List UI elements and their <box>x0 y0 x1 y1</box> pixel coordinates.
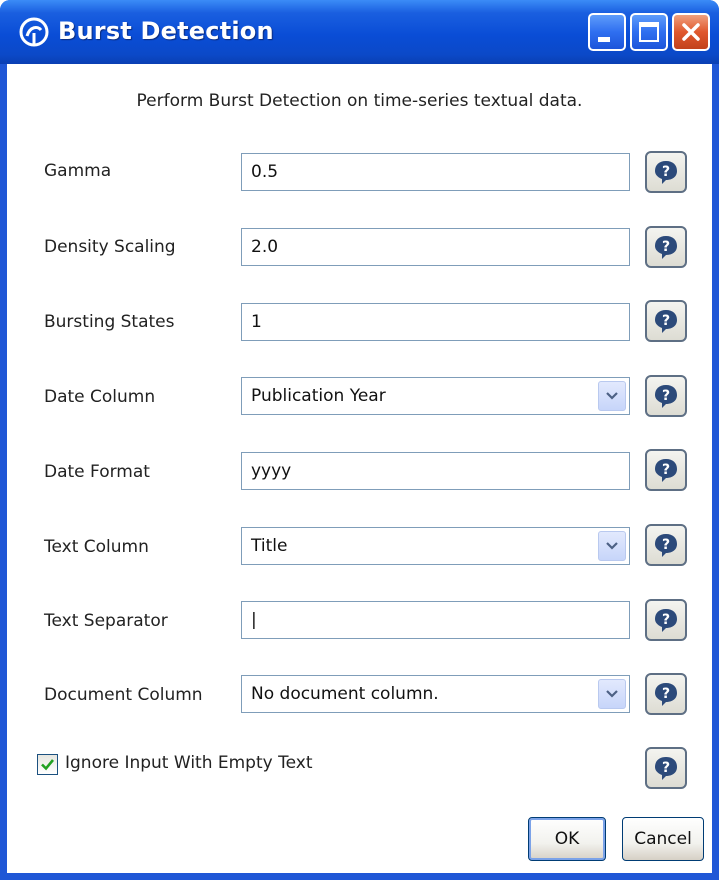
help-icon: ? <box>655 236 677 259</box>
svg-text:?: ? <box>662 462 670 478</box>
help-icon: ? <box>655 385 677 408</box>
date-column-label: Date Column <box>44 387 156 407</box>
ignore-empty-help-button[interactable]: ? <box>645 747 687 789</box>
date-column-select[interactable]: Publication Year <box>241 377 630 415</box>
date-column-value: Publication Year <box>251 386 386 406</box>
svg-text:?: ? <box>662 388 670 404</box>
date-column-help-button[interactable]: ? <box>645 375 687 417</box>
bursting-states-label: Bursting States <box>44 312 175 332</box>
svg-text:?: ? <box>662 760 670 776</box>
dialog-window: Burst Detection Perform Burst Detection … <box>0 0 719 880</box>
help-icon: ? <box>655 683 677 706</box>
svg-text:?: ? <box>662 239 670 255</box>
bursting-states-help-button[interactable]: ? <box>645 300 687 342</box>
ignore-empty-label[interactable]: Ignore Input With Empty Text <box>65 753 313 773</box>
window-title: Burst Detection <box>58 17 274 45</box>
bursting-states-input[interactable]: 1 <box>241 303 630 341</box>
checkmark-icon <box>41 759 55 771</box>
date-format-input[interactable]: yyyy <box>241 452 630 490</box>
help-icon: ? <box>655 459 677 482</box>
document-column-help-button[interactable]: ? <box>645 673 687 715</box>
dialog-body: Perform Burst Detection on time-series t… <box>7 64 712 873</box>
ok-button[interactable]: OK <box>528 817 606 861</box>
chevron-down-icon[interactable] <box>598 381 626 411</box>
gamma-input[interactable]: 0.5 <box>241 153 630 191</box>
document-column-value: No document column. <box>251 684 439 704</box>
help-icon: ? <box>655 161 677 184</box>
date-format-label: Date Format <box>44 462 150 482</box>
svg-text:?: ? <box>662 164 670 180</box>
text-column-value: Title <box>251 536 288 556</box>
text-column-label: Text Column <box>44 537 149 557</box>
density-scaling-help-button[interactable]: ? <box>645 226 687 268</box>
text-column-select[interactable]: Title <box>241 527 630 565</box>
minimize-icon[interactable] <box>588 13 626 51</box>
text-separator-help-button[interactable]: ? <box>645 599 687 641</box>
chevron-down-icon[interactable] <box>598 679 626 709</box>
dialog-description: Perform Burst Detection on time-series t… <box>136 91 583 111</box>
ignore-empty-checkbox[interactable] <box>37 754 58 775</box>
title-bar[interactable]: Burst Detection <box>0 0 719 64</box>
date-format-help-button[interactable]: ? <box>645 449 687 491</box>
chevron-down-icon[interactable] <box>598 531 626 561</box>
text-separator-label: Text Separator <box>44 611 168 631</box>
svg-text:?: ? <box>662 686 670 702</box>
help-icon: ? <box>655 609 677 632</box>
text-separator-input[interactable]: | <box>241 601 630 639</box>
document-column-label: Document Column <box>44 685 203 705</box>
help-icon: ? <box>655 757 677 780</box>
svg-text:?: ? <box>662 537 670 553</box>
gamma-help-button[interactable]: ? <box>645 151 687 193</box>
text-column-help-button[interactable]: ? <box>645 524 687 566</box>
svg-text:?: ? <box>662 612 670 628</box>
maximize-icon[interactable] <box>630 13 668 51</box>
density-scaling-label: Density Scaling <box>44 237 176 257</box>
document-column-select[interactable]: No document column. <box>241 675 630 713</box>
svg-text:?: ? <box>662 313 670 329</box>
app-logo-icon <box>19 17 49 47</box>
help-icon: ? <box>655 310 677 333</box>
help-icon: ? <box>655 534 677 557</box>
close-icon[interactable] <box>672 13 710 51</box>
density-scaling-input[interactable]: 2.0 <box>241 228 630 266</box>
gamma-label: Gamma <box>44 161 112 181</box>
cancel-button[interactable]: Cancel <box>622 817 704 861</box>
